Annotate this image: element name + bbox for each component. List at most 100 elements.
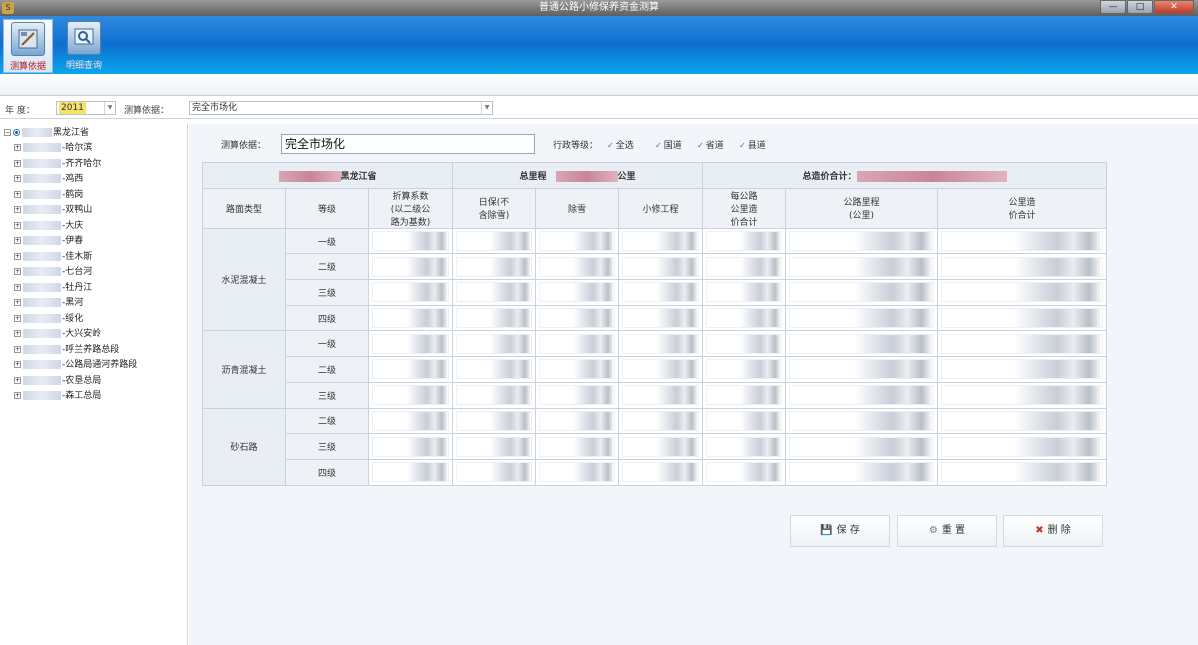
redacted-value [456, 410, 533, 431]
tree-node[interactable]: + -黑河 [14, 296, 83, 310]
value-cell[interactable] [452, 304, 537, 332]
value-cell[interactable] [452, 253, 537, 281]
value-cell[interactable] [367, 304, 454, 332]
expand-icon[interactable]: + [14, 314, 21, 322]
radio-icon[interactable] [13, 129, 20, 136]
value-cell[interactable] [452, 433, 537, 460]
value-cell[interactable] [535, 356, 620, 383]
value-cell[interactable] [535, 407, 620, 435]
year-select[interactable]: 2011 ▼ [56, 101, 116, 115]
value-cell[interactable] [535, 381, 620, 409]
ribbon-calc-basis-button[interactable]: 测算依据 [3, 19, 53, 73]
expand-icon[interactable]: + [14, 361, 21, 368]
grade-cell: 三级 [285, 381, 369, 409]
expand-icon[interactable]: + [14, 330, 21, 337]
total-mileage-cell: 总里程 公里 [452, 162, 704, 189]
value-cell[interactable] [535, 253, 620, 281]
tree-node[interactable]: + -鸡西 [14, 172, 83, 186]
value-cell[interactable] [618, 330, 704, 358]
expand-icon[interactable]: + [14, 206, 21, 213]
value-cell[interactable] [452, 356, 537, 383]
tree-node[interactable]: + -呼兰养路总段 [14, 343, 119, 357]
expand-icon[interactable]: + [14, 345, 21, 353]
value-cell[interactable] [618, 227, 704, 255]
value-cell[interactable] [367, 330, 454, 358]
check-national[interactable]: ✓ 国道 [655, 138, 682, 151]
tree-node[interactable]: + -大庆 [14, 219, 83, 233]
collapse-icon[interactable]: − [4, 129, 11, 136]
save-button[interactable]: 💾 保 存 [790, 515, 890, 547]
expand-icon[interactable]: + [14, 221, 21, 229]
check-provincial[interactable]: ✓ 省道 [697, 138, 724, 151]
check-county[interactable]: ✓ 县道 [739, 138, 766, 151]
value-cell[interactable] [535, 279, 620, 306]
value-cell[interactable] [452, 227, 537, 255]
value-cell[interactable] [535, 227, 620, 255]
value-cell[interactable] [367, 458, 454, 486]
redacted-block [23, 251, 61, 261]
value-cell[interactable] [618, 253, 704, 281]
check-all[interactable]: ✓ 全选 [607, 138, 634, 151]
expand-icon[interactable]: + [14, 376, 21, 384]
tree-node[interactable]: + -鹤岗 [14, 188, 83, 202]
minimize-button[interactable]: — [1100, 0, 1126, 14]
maximize-button[interactable]: □ [1127, 0, 1153, 14]
tree-node[interactable]: + -伊春 [14, 234, 83, 248]
value-cell[interactable] [367, 407, 454, 435]
tree-node[interactable]: + -佳木斯 [14, 250, 92, 264]
expand-icon[interactable]: + [14, 144, 21, 151]
chevron-down-icon[interactable]: ▼ [481, 102, 492, 114]
value-cell[interactable] [367, 279, 454, 306]
ribbon-detail-query-button[interactable]: 明细查询 [59, 19, 109, 73]
expand-icon[interactable]: + [14, 175, 21, 182]
value-cell[interactable] [618, 304, 704, 332]
expand-icon[interactable]: + [14, 299, 21, 306]
tree-node[interactable]: + -绥化 [14, 312, 83, 326]
chevron-down-icon[interactable]: ▼ [104, 102, 115, 114]
value-cell[interactable] [618, 381, 704, 409]
value-cell[interactable] [452, 381, 537, 409]
value-cell[interactable] [535, 458, 620, 486]
tree-node[interactable]: + -七台河 [14, 265, 92, 279]
value-cell[interactable] [618, 407, 704, 435]
basis-select[interactable]: 完全市场化 ▼ [189, 101, 493, 115]
value-cell[interactable] [535, 433, 620, 460]
value-cell[interactable] [452, 330, 537, 358]
expand-icon[interactable]: + [14, 392, 21, 399]
tree-node[interactable]: + -牡丹江 [14, 281, 92, 295]
close-button[interactable]: ✕ [1154, 0, 1194, 14]
value-cell[interactable] [452, 407, 537, 435]
expand-icon[interactable]: + [14, 159, 21, 167]
tree-node[interactable]: + -森工总局 [14, 389, 101, 403]
delete-button[interactable]: ✖ 删 除 [1003, 515, 1103, 547]
tree-node[interactable]: + -公路局通河养路段 [14, 358, 137, 372]
grade-cell: 二级 [285, 356, 369, 383]
reset-button[interactable]: ⚙ 重 置 [897, 515, 997, 547]
value-cell[interactable] [452, 458, 537, 486]
value-cell[interactable] [367, 356, 454, 383]
value-cell[interactable] [535, 330, 620, 358]
tree-node[interactable]: + -农垦总局 [14, 374, 101, 388]
value-cell[interactable] [618, 279, 704, 306]
province-cell: 黑龙江省 [201, 162, 454, 189]
expand-icon[interactable]: + [14, 283, 21, 291]
tree-node[interactable]: + -大兴安岭 [14, 327, 101, 341]
expand-icon[interactable]: + [14, 190, 21, 198]
value-cell[interactable] [367, 433, 454, 460]
expand-icon[interactable]: + [14, 237, 21, 244]
expand-icon[interactable]: + [14, 268, 21, 275]
value-cell[interactable] [618, 356, 704, 383]
value-cell[interactable] [452, 279, 537, 306]
value-cell[interactable] [367, 253, 454, 281]
value-cell[interactable] [367, 227, 454, 255]
tree-root[interactable]: − 黑龙江省 [4, 126, 89, 140]
expand-icon[interactable]: + [14, 252, 21, 260]
basis-input[interactable]: 完全市场化 [281, 134, 535, 154]
value-cell[interactable] [618, 433, 704, 460]
value-cell[interactable] [367, 381, 454, 409]
tree-node[interactable]: + -齐齐哈尔 [14, 157, 101, 171]
tree-node[interactable]: + -哈尔滨 [14, 141, 92, 155]
tree-node[interactable]: + -双鸭山 [14, 203, 92, 217]
value-cell[interactable] [618, 458, 704, 486]
value-cell[interactable] [535, 304, 620, 332]
